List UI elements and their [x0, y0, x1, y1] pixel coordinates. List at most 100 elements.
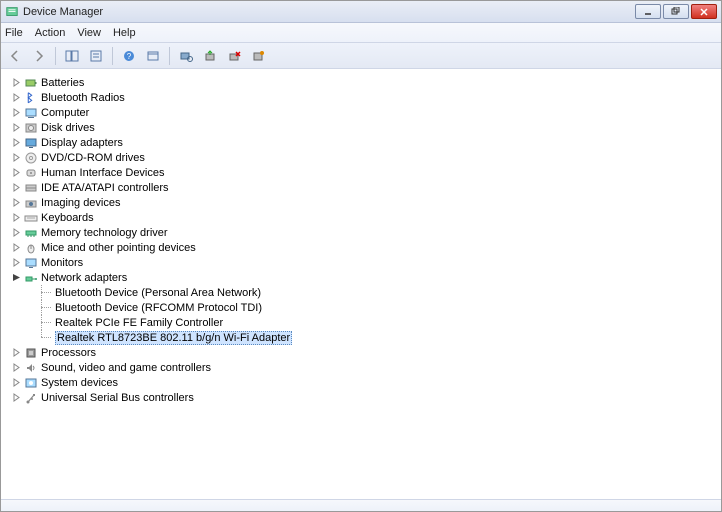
disable-button[interactable]	[248, 46, 268, 66]
window-controls	[635, 4, 717, 19]
network-icon	[24, 271, 38, 285]
category-label: Computer	[41, 107, 89, 119]
update-driver-button[interactable]	[200, 46, 220, 66]
category-label: Sound, video and game controllers	[41, 362, 211, 374]
expander-icon[interactable]	[11, 362, 22, 373]
display-icon	[24, 136, 38, 150]
tree-branch	[37, 300, 55, 315]
expander-icon[interactable]	[11, 212, 22, 223]
expander-icon[interactable]	[11, 227, 22, 238]
expander-icon[interactable]	[11, 92, 22, 103]
expander-icon[interactable]	[11, 122, 22, 133]
tree-category[interactable]: Disk drives	[9, 120, 721, 135]
menu-view[interactable]: View	[77, 27, 101, 39]
tree-category[interactable]: Human Interface Devices	[9, 165, 721, 180]
processor-icon	[24, 346, 38, 360]
system-icon	[24, 376, 38, 390]
back-button[interactable]	[5, 46, 25, 66]
tree-category[interactable]: Processors	[9, 345, 721, 360]
device-tree[interactable]: Batteries Bluetooth Radios Computer Disk dr…	[1, 69, 721, 499]
forward-button[interactable]	[29, 46, 49, 66]
category-label: System devices	[41, 377, 118, 389]
imaging-icon	[24, 196, 38, 210]
tree-device[interactable]: Bluetooth Device (Personal Area Network)	[37, 285, 721, 300]
maximize-button[interactable]	[663, 4, 689, 19]
help-button[interactable]: ?	[119, 46, 139, 66]
tree-category[interactable]: DVD/CD-ROM drives	[9, 150, 721, 165]
expander-icon[interactable]	[11, 107, 22, 118]
statusbar	[1, 499, 721, 511]
category-label: Display adapters	[41, 137, 123, 149]
expander-icon[interactable]	[11, 197, 22, 208]
tree-branch	[37, 285, 55, 300]
tree-device[interactable]: Bluetooth Device (RFCOMM Protocol TDI)	[37, 300, 721, 315]
expander-icon[interactable]	[11, 77, 22, 88]
tree-device[interactable]: Realtek RTL8723BE 802.11 b/g/n Wi-Fi Ada…	[37, 330, 721, 345]
tree-category[interactable]: System devices	[9, 375, 721, 390]
tree-category[interactable]: Bluetooth Radios	[9, 90, 721, 105]
toolbar-separator	[55, 47, 56, 65]
memory-icon	[24, 226, 38, 240]
tree-category[interactable]: Mice and other pointing devices	[9, 240, 721, 255]
expander-icon[interactable]	[11, 272, 22, 283]
toolbar-separator	[169, 47, 170, 65]
device-label: Realtek RTL8723BE 802.11 b/g/n Wi-Fi Ada…	[55, 331, 292, 345]
device-label: Realtek PCIe FE Family Controller	[55, 317, 223, 329]
menu-help[interactable]: Help	[113, 27, 136, 39]
show-hide-tree-button[interactable]	[62, 46, 82, 66]
category-label: Disk drives	[41, 122, 95, 134]
toolbar-separator	[112, 47, 113, 65]
disk-icon	[24, 121, 38, 135]
category-label: Keyboards	[41, 212, 94, 224]
expander-icon[interactable]	[11, 257, 22, 268]
window-title: Device Manager	[23, 6, 635, 18]
close-button[interactable]	[691, 4, 717, 19]
tree-device[interactable]: Realtek PCIe FE Family Controller	[37, 315, 721, 330]
ide-icon	[24, 181, 38, 195]
category-label: Bluetooth Radios	[41, 92, 125, 104]
expander-icon[interactable]	[11, 152, 22, 163]
expander-icon[interactable]	[11, 242, 22, 253]
scan-button[interactable]	[176, 46, 196, 66]
uninstall-button[interactable]	[224, 46, 244, 66]
expander-icon[interactable]	[11, 182, 22, 193]
bluetooth-icon	[24, 91, 38, 105]
expander-icon[interactable]	[11, 167, 22, 178]
tree-category[interactable]: Keyboards	[9, 210, 721, 225]
tree-category[interactable]: Imaging devices	[9, 195, 721, 210]
tree-category[interactable]: Sound, video and game controllers	[9, 360, 721, 375]
category-label: DVD/CD-ROM drives	[41, 152, 145, 164]
tree-category[interactable]: Universal Serial Bus controllers	[9, 390, 721, 405]
category-label: Network adapters	[41, 272, 127, 284]
app-icon	[5, 5, 19, 19]
tree-category[interactable]: Computer	[9, 105, 721, 120]
tree-category[interactable]: Display adapters	[9, 135, 721, 150]
category-label: IDE ATA/ATAPI controllers	[41, 182, 169, 194]
dvd-icon	[24, 151, 38, 165]
tree-category[interactable]: Monitors	[9, 255, 721, 270]
mouse-icon	[24, 241, 38, 255]
category-label: Monitors	[41, 257, 83, 269]
usb-icon	[24, 391, 38, 405]
properties-button[interactable]	[86, 46, 106, 66]
svg-text:?: ?	[127, 52, 132, 61]
expander-icon[interactable]	[11, 377, 22, 388]
category-label: Batteries	[41, 77, 84, 89]
expander-icon[interactable]	[11, 392, 22, 403]
action-button[interactable]	[143, 46, 163, 66]
tree-branch	[37, 315, 55, 330]
tree-branch	[37, 330, 55, 345]
expander-icon[interactable]	[11, 137, 22, 148]
expander-icon[interactable]	[11, 347, 22, 358]
category-label: Imaging devices	[41, 197, 121, 209]
menu-action[interactable]: Action	[35, 27, 66, 39]
tree-category[interactable]: Memory technology driver	[9, 225, 721, 240]
tree-category[interactable]: Batteries	[9, 75, 721, 90]
minimize-button[interactable]	[635, 4, 661, 19]
tree-category[interactable]: IDE ATA/ATAPI controllers	[9, 180, 721, 195]
category-label: Universal Serial Bus controllers	[41, 392, 194, 404]
tree-category[interactable]: Network adapters	[9, 270, 721, 285]
menu-file[interactable]: File	[5, 27, 23, 39]
sound-icon	[24, 361, 38, 375]
battery-icon	[24, 76, 38, 90]
